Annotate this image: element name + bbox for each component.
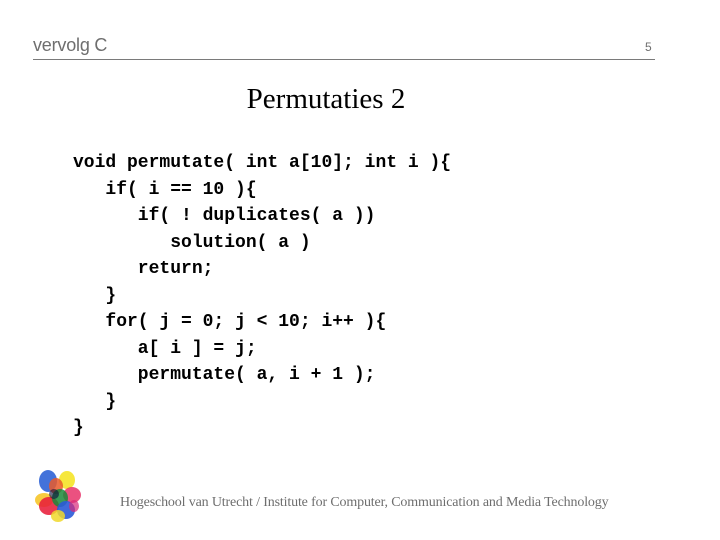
header-divider <box>33 59 655 60</box>
code-line: a[ i ] = j; <box>73 338 257 359</box>
code-line: if( i == 10 ){ <box>73 179 257 200</box>
code-line: return; <box>73 259 214 279</box>
code-line: solution( a ) <box>73 232 311 253</box>
code-line: } <box>73 418 84 438</box>
code-line: for( j = 0; j < 10; i++ ){ <box>73 312 387 332</box>
colorful-handprint-logo-icon <box>34 468 84 524</box>
slide-title: Permutaties 2 <box>246 83 406 115</box>
header-label: vervolg C <box>33 35 108 55</box>
code-line: if( ! duplicates( a )) <box>73 206 376 226</box>
code-line: void permutate( int a[10]; int i ){ <box>73 153 452 173</box>
page-number: 5 <box>645 40 652 54</box>
code-block: void permutate( int a[10]; int i ){ if( … <box>73 150 451 442</box>
footer-institution-text: Hogeschool van Utrecht / Institute for C… <box>120 495 609 510</box>
code-line: } <box>73 391 117 412</box>
code-line: permutate( a, i + 1 ); <box>73 365 376 385</box>
code-line: } <box>73 285 117 306</box>
